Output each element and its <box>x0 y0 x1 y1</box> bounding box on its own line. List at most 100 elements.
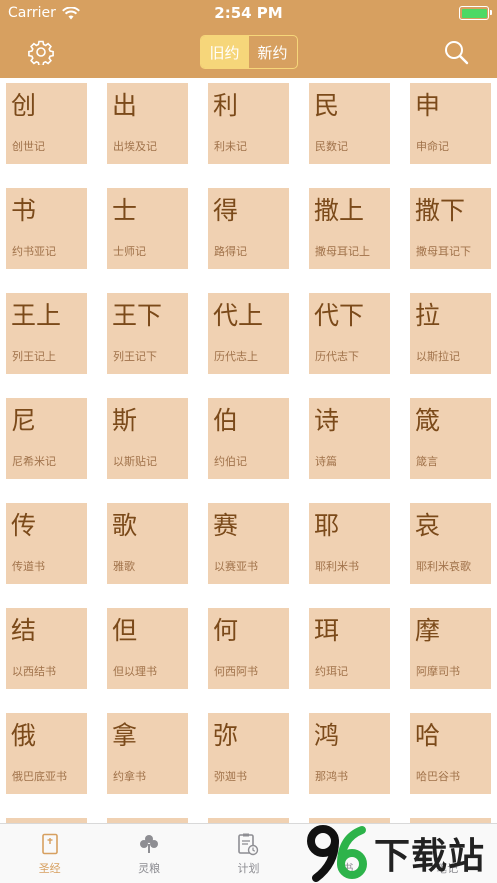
book-abbr: 伯 <box>213 406 239 435</box>
book-tile[interactable]: 出出埃及记 <box>107 83 188 164</box>
book-abbr: 申 <box>415 91 441 120</box>
book-abbr: 歌 <box>112 511 138 540</box>
book-name: 约珥记 <box>315 665 348 678</box>
tab-label: 圣经 <box>38 862 61 875</box>
book-abbr: 传 <box>11 511 37 540</box>
book-abbr: 撒上 <box>314 196 365 225</box>
book-abbr: 出 <box>112 91 138 120</box>
book-abbr: 创 <box>11 91 37 120</box>
book-tile[interactable]: 结以西结书 <box>6 608 87 689</box>
book-tile[interactable]: 摩阿摩司书 <box>410 608 491 689</box>
book-name: 约拿书 <box>113 770 146 783</box>
book-tile[interactable]: 申申命记 <box>410 83 491 164</box>
book-name: 历代志下 <box>315 350 359 363</box>
book-tile[interactable]: 斯以斯贴记 <box>107 398 188 479</box>
book-grid: 创创世记 出出埃及记 利利未记 民民数记 申申命记 书约书亚记 士士师记 得路得… <box>0 78 497 823</box>
settings-button[interactable] <box>26 37 56 67</box>
book-tile[interactable]: 书约书亚记 <box>6 188 87 269</box>
book-tile[interactable]: 但但以理书 <box>107 608 188 689</box>
book-tile[interactable]: 得路得记 <box>208 188 289 269</box>
book-name: 以斯贴记 <box>113 455 157 468</box>
book-name: 路得记 <box>214 245 247 258</box>
search-icon <box>445 41 469 65</box>
book-tile[interactable]: 创创世记 <box>6 83 87 164</box>
book-abbr: 箴 <box>415 406 441 435</box>
book-tile[interactable]: 士士师记 <box>107 188 188 269</box>
book-name: 申命记 <box>416 140 449 153</box>
book-tile[interactable]: 何何西阿书 <box>208 608 289 689</box>
book-tile[interactable]: 代上 历代志上 <box>208 293 289 374</box>
book-tile[interactable]: 箴箴言 <box>410 398 491 479</box>
book-abbr: 耶 <box>314 511 340 540</box>
book-tile[interactable]: 俄俄巴底亚书 <box>6 713 87 794</box>
book-abbr: 哀 <box>415 511 441 540</box>
book-name: 创世记 <box>12 140 45 153</box>
tab-label: 计划 <box>237 862 260 875</box>
book-name: 雅歌 <box>113 560 135 573</box>
book-name: 尼希米记 <box>12 455 56 468</box>
book-name: 列王记上 <box>12 350 56 363</box>
book-name: 撒母耳记上 <box>315 245 370 258</box>
tab-old-testament[interactable]: 旧约 <box>200 36 249 68</box>
book-row: 结以西结书 但但以理书 何何西阿书 珥约珥记 摩阿摩司书 <box>6 608 497 713</box>
book-tile[interactable]: 耶耶利米书 <box>309 503 390 584</box>
book-name: 历代志上 <box>214 350 258 363</box>
book-abbr: 民 <box>314 91 340 120</box>
book-abbr: 珥 <box>314 616 340 645</box>
book-tile[interactable]: 传传道书 <box>6 503 87 584</box>
tab-devotional[interactable]: 灵粮 <box>104 831 194 876</box>
book-abbr: 何 <box>213 616 239 645</box>
book-tile[interactable]: 王上 列王记上 <box>6 293 87 374</box>
book-abbr: 王下 <box>112 301 163 330</box>
book-abbr: 摩 <box>415 616 441 645</box>
book-tile[interactable]: 拿约拿书 <box>107 713 188 794</box>
book-tile[interactable]: 撒上 撒母耳记上 <box>309 188 390 269</box>
tab-label: 灵粮 <box>138 862 161 875</box>
book-abbr: 书 <box>11 196 37 225</box>
book-tile[interactable]: 歌雅歌 <box>107 503 188 584</box>
book-name: 列王记下 <box>113 350 157 363</box>
book-name: 约书亚记 <box>12 245 56 258</box>
book-abbr: 得 <box>213 196 239 225</box>
book-tile[interactable]: 拉以斯拉记 <box>410 293 491 374</box>
book-name: 箴言 <box>416 455 438 468</box>
book-abbr: 诗 <box>314 406 340 435</box>
book-name: 诗篇 <box>315 455 337 468</box>
book-tile[interactable]: 尼尼希米记 <box>6 398 87 479</box>
carrier-label: Carrier <box>8 5 56 21</box>
book-tile[interactable]: 弥弥迦书 <box>208 713 289 794</box>
book-tile[interactable]: 伯约伯记 <box>208 398 289 479</box>
book-name: 以西结书 <box>12 665 56 678</box>
book-abbr: 拿 <box>112 721 138 750</box>
watermark-number <box>307 824 367 882</box>
tab-bible[interactable]: 圣经 <box>5 831 95 876</box>
book-row: 俄俄巴底亚书 拿约拿书 弥弥迦书 鸿那鸿书 哈哈巴谷书 <box>6 713 497 818</box>
book-tile[interactable]: 诗诗篇 <box>309 398 390 479</box>
book-tile[interactable]: 王下 列王记下 <box>107 293 188 374</box>
book-tile[interactable]: 鸿那鸿书 <box>309 713 390 794</box>
search-button[interactable] <box>441 37 471 67</box>
book-name: 哈巴谷书 <box>416 770 460 783</box>
book-tile[interactable]: 民民数记 <box>309 83 390 164</box>
book-name: 那鸿书 <box>315 770 348 783</box>
book-abbr: 拉 <box>415 301 441 330</box>
book-name: 何西阿书 <box>214 665 258 678</box>
book-name: 传道书 <box>12 560 45 573</box>
clipboard-clock-icon <box>235 831 261 857</box>
book-name: 耶利米哀歌 <box>416 560 471 573</box>
book-tile[interactable]: 代下 历代志下 <box>309 293 390 374</box>
wifi-icon <box>61 6 80 19</box>
book-name: 俄巴底亚书 <box>12 770 67 783</box>
book-name: 民数记 <box>315 140 348 153</box>
nav-bar: 旧约 新约 <box>0 26 497 78</box>
book-tile[interactable]: 撒下 撒母耳记下 <box>410 188 491 269</box>
tab-new-testament[interactable]: 新约 <box>249 36 297 68</box>
book-tile[interactable]: 哀耶利米哀歌 <box>410 503 491 584</box>
book-tile[interactable]: 哈哈巴谷书 <box>410 713 491 794</box>
tab-plan[interactable]: 计划 <box>203 831 293 876</box>
book-tile[interactable]: 利利未记 <box>208 83 289 164</box>
book-name: 但以理书 <box>113 665 157 678</box>
book-tile[interactable]: 珥约珥记 <box>309 608 390 689</box>
testament-switch: 旧约 新约 <box>199 35 298 69</box>
book-tile[interactable]: 赛以赛亚书 <box>208 503 289 584</box>
